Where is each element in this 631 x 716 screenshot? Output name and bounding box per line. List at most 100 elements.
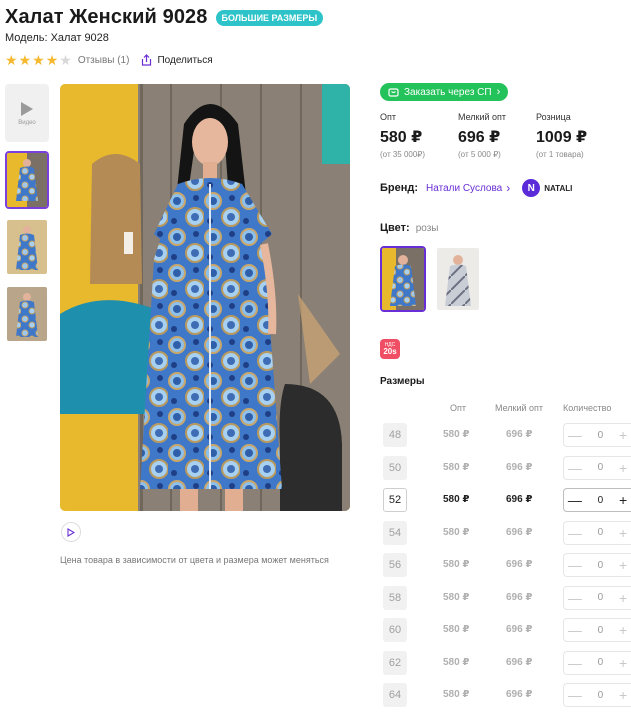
size-row: 56 580 ₽ 696 ₽ —0 +	[383, 553, 631, 579]
brand-row: Бренд: Натали Суслова › N NATALI	[380, 178, 572, 198]
minus-icon[interactable]: —	[564, 687, 586, 703]
thumbnail-image	[7, 153, 47, 207]
quantity-input[interactable]: 0	[586, 527, 616, 538]
size-row: 60 580 ₽ 696 ₽ —0 +	[383, 618, 631, 644]
star-icon: ★	[18, 52, 32, 68]
plus-icon[interactable]: +	[615, 427, 631, 443]
title-row: Халат Женский 9028 БОЛЬШИЕ РАЗМЕРЫ	[5, 6, 324, 29]
size-small-opt-price: 696 ₽	[506, 624, 533, 635]
size-opt-price: 580 ₽	[443, 656, 470, 668]
quantity-input[interactable]: 0	[586, 657, 616, 668]
size-row: 50 580 ₽ 696 ₽ —0 +	[383, 455, 631, 482]
color-swatch-grey[interactable]	[435, 246, 481, 312]
quantity-input[interactable]: 0	[586, 430, 616, 441]
col-small-opt: Мелкий опт	[495, 403, 544, 413]
plus-icon[interactable]: +	[615, 590, 631, 606]
minus-icon[interactable]: —	[564, 525, 586, 541]
share-button[interactable]: Поделиться	[141, 54, 213, 66]
minus-icon[interactable]: —	[564, 557, 586, 573]
minus-icon[interactable]: —	[564, 622, 586, 638]
plus-icon[interactable]: +	[615, 492, 631, 508]
price-label: Мелкий опт	[458, 112, 507, 122]
size-small-opt-price: 696 ₽	[506, 494, 533, 505]
star-icon: ★	[45, 52, 59, 68]
price-note: (от 5 000 ₽)	[458, 150, 501, 159]
play-icon	[67, 527, 75, 537]
color-row: Цвет: розы	[380, 222, 438, 234]
size-row: 62 580 ₽ 696 ₽ —0 +	[383, 650, 631, 677]
size-chip[interactable]: 52	[383, 488, 407, 512]
size-chip[interactable]: 48	[383, 423, 407, 447]
size-chip[interactable]: 56	[383, 553, 407, 577]
minus-icon[interactable]: —	[564, 655, 586, 671]
quantity-input[interactable]: 0	[586, 690, 616, 701]
size-small-opt-price: 696 ₽	[506, 656, 533, 668]
swatch-image	[437, 248, 479, 310]
share-icon	[142, 54, 152, 66]
color-swatch-roses[interactable]	[380, 246, 426, 312]
minus-icon[interactable]: —	[564, 460, 586, 476]
plus-icon[interactable]: +	[615, 525, 631, 541]
size-small-opt-price: 696 ₽	[506, 526, 533, 538]
size-chip[interactable]: 54	[383, 520, 407, 545]
plus-icon[interactable]: +	[615, 557, 631, 573]
minus-icon[interactable]: —	[564, 492, 586, 508]
size-opt-price: 580 ₽	[443, 624, 470, 635]
size-small-opt-price: 696 ₽	[506, 591, 533, 603]
size-opt-price: 580 ₽	[443, 559, 470, 570]
thumbnail-list: Видео	[5, 84, 49, 352]
plus-icon[interactable]: +	[615, 460, 631, 476]
price-note: (от 1 товара)	[536, 150, 584, 159]
model-label: Модель: Халат 9028	[5, 32, 109, 44]
thumbnail-image	[7, 220, 47, 274]
plus-icon[interactable]: +	[615, 687, 631, 703]
price-retail: Розница 1009 ₽ (от 1 товара)	[536, 112, 614, 159]
size-small-opt-price: 696 ₽	[506, 559, 533, 570]
quantity-input[interactable]: 0	[586, 625, 616, 636]
plus-icon[interactable]: +	[615, 622, 631, 638]
video-thumbnail[interactable]: Видео	[5, 84, 49, 142]
price-block: Опт 580 ₽ (от 35 000₽) Мелкий опт 696 ₽ …	[380, 112, 614, 159]
order-via-sp-button[interactable]: Заказать через СП ›	[380, 83, 509, 101]
quantity-stepper: —0 +	[563, 650, 631, 675]
price-small-opt: Мелкий опт 696 ₽ (от 5 000 ₽)	[458, 112, 536, 159]
size-opt-price: 580 ₽	[443, 591, 470, 603]
quantity-input[interactable]: 0	[586, 462, 616, 473]
quantity-input[interactable]: 0	[586, 495, 616, 506]
play-video-button[interactable]	[61, 522, 81, 542]
size-chip[interactable]: 60	[383, 618, 407, 642]
brand-logo[interactable]: N NATALI	[522, 179, 572, 197]
quantity-input[interactable]: 0	[586, 560, 616, 571]
quantity-stepper: —0 +	[563, 520, 631, 545]
size-chip[interactable]: 62	[383, 650, 407, 675]
star-icon: ★	[32, 52, 45, 68]
size-chip[interactable]: 50	[383, 455, 407, 480]
size-chip[interactable]: 58	[383, 585, 407, 610]
big-sizes-badge[interactable]: БОЛЬШИЕ РАЗМЕРЫ	[215, 9, 324, 26]
quantity-input[interactable]: 0	[586, 592, 616, 603]
star-icon: ★	[5, 52, 18, 68]
size-row: 48 580 ₽ 696 ₽ —0 +	[383, 423, 631, 449]
size-row: 54 580 ₽ 696 ₽ —0 +	[383, 520, 631, 547]
video-label: Видео	[18, 119, 36, 126]
quantity-stepper: —0 +	[563, 683, 631, 707]
photo-thumbnail-1[interactable]	[5, 151, 49, 209]
minus-icon[interactable]: —	[564, 590, 586, 606]
photo-thumbnail-3[interactable]	[5, 285, 49, 343]
price-value: 580 ₽	[380, 129, 423, 146]
reviews-link[interactable]: Отзывы (1)	[78, 55, 130, 66]
vat-badge: НДС 20s	[380, 339, 400, 359]
brand-link[interactable]: Натали Суслова	[426, 183, 502, 194]
main-product-photo[interactable]	[60, 84, 350, 511]
size-chip[interactable]: 64	[383, 683, 407, 707]
quantity-stepper: —0 +	[563, 618, 631, 642]
photo-thumbnail-2[interactable]	[5, 218, 49, 276]
size-small-opt-price: 696 ₽	[506, 461, 533, 473]
size-opt-price: 580 ₽	[443, 494, 470, 505]
plus-icon[interactable]: +	[615, 655, 631, 671]
price-value: 696 ₽	[458, 129, 501, 146]
minus-icon[interactable]: —	[564, 427, 586, 443]
play-icon	[21, 101, 33, 116]
quantity-stepper: —0 +	[563, 553, 631, 577]
price-label: Розница	[536, 112, 571, 122]
